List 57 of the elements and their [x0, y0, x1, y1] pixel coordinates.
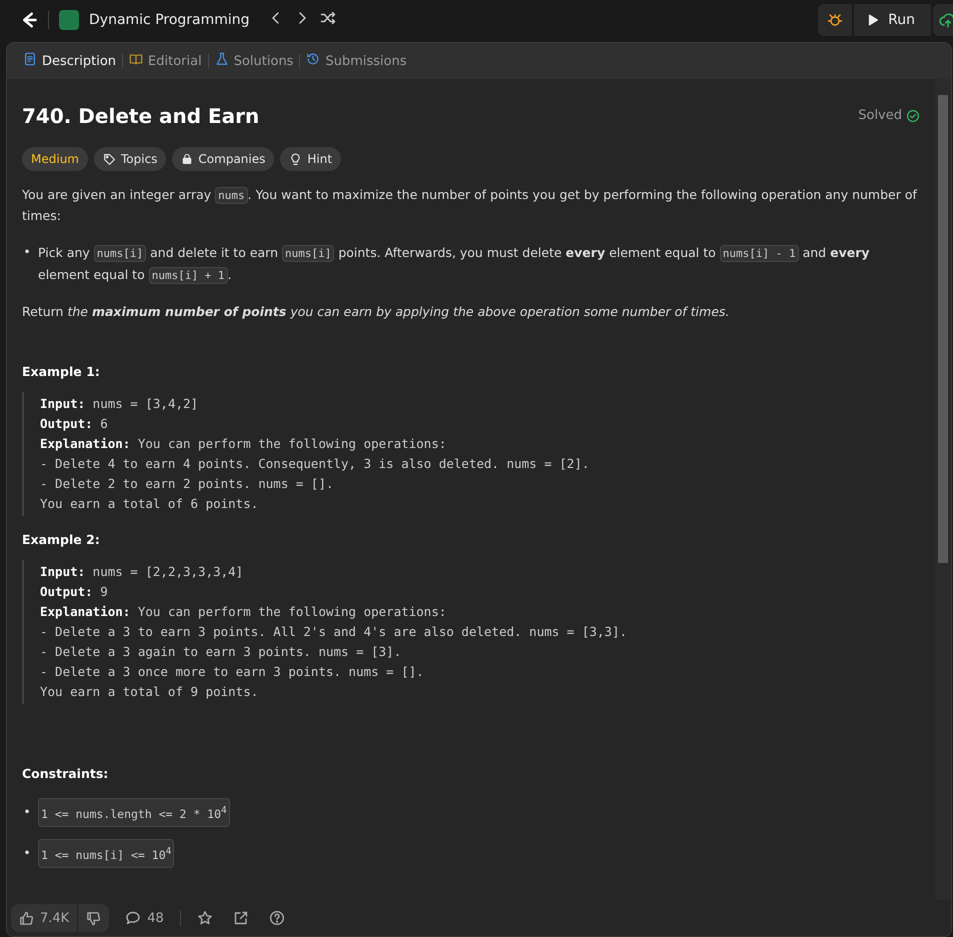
thumbs-down-icon: [86, 910, 102, 926]
example-line: Input: nums = [2,2,3,3,3,4]: [40, 563, 244, 581]
comment-icon: [125, 910, 142, 926]
tag-button[interactable]: Companies: [172, 147, 274, 171]
debug-button[interactable]: [818, 4, 852, 36]
shuffle-icon[interactable]: [320, 10, 336, 26]
tab[interactable]: Submissions: [300, 52, 413, 70]
example-line: - Delete 4 to earn 4 points. Consequently, 3 is also deleted. nums = [2].: [40, 455, 590, 473]
example-line: - Delete a 3 once more to earn 3 points. nums = [].: [40, 663, 425, 681]
constraint-code: 1 <= nums[i] <= 10$^{4}$: [38, 838, 174, 868]
example-line: - Delete 2 to earn 2 points. nums = [].: [40, 475, 334, 493]
example-line: - Delete a 3 again to earn 3 points. nums = [3].: [40, 643, 402, 661]
tag-icon: [102, 152, 116, 166]
lightbulb-icon: [289, 152, 302, 166]
bullet: •: [22, 844, 32, 862]
book-icon: [129, 52, 144, 66]
star-icon: [196, 910, 213, 926]
rule-item: Pick any nums[i] and delete it to earn nums[i] points. Afterwards, you must delete every element equal to nums[i] - 1 and every element equal to nums[i] + 1 .: [38, 244, 871, 286]
bullet: •: [22, 243, 32, 261]
comments-button[interactable]: 48: [121, 910, 168, 926]
difficulty-badge: Medium: [22, 147, 88, 171]
problem-title: 740. Delete and Earn: [22, 103, 260, 130]
example-line: Output: 9: [40, 583, 109, 601]
example-line: You earn a total of 9 points.: [40, 683, 260, 701]
scrollbar-thumb[interactable]: [938, 95, 948, 563]
tab[interactable]: Solutions: [208, 52, 300, 70]
example-line: Output: 6: [40, 415, 109, 433]
help-icon: [268, 910, 285, 926]
solved-status: Solved: [858, 106, 920, 126]
example-line: - Delete a 3 to earn 3 points. All 2's and 4's are also deleted. nums = [3,3].: [40, 623, 628, 641]
constraint-code: 1 <= nums.length <= 2 * 10$^{4}$: [38, 798, 230, 827]
example-line: Input: nums = [3,4,2]: [40, 395, 200, 413]
cloud-upload-icon: [939, 11, 953, 29]
tab[interactable]: Editorial: [123, 52, 208, 70]
example-heading: Example 2:: [22, 531, 101, 549]
run-button[interactable]: Run: [854, 4, 931, 36]
tab[interactable]: Description: [17, 52, 122, 70]
example-line: Explanation: You can perform the following operations:: [40, 603, 448, 621]
tag-button[interactable]: Topics: [94, 147, 166, 171]
check-circle-icon: [906, 109, 920, 123]
bullet: •: [22, 803, 32, 822]
example-line: You earn a total of 6 points.: [40, 495, 260, 513]
play-icon: [866, 13, 880, 27]
problem-list-icon[interactable]: [59, 10, 79, 30]
example-line: Explanation: You can perform the following operations:: [40, 435, 448, 453]
flask-icon: [214, 52, 229, 66]
problem-paragraph: You are given an integer array nums . You want to maximize the number of points you get by performing the following operation any number of times:: [22, 186, 918, 225]
lock-icon: [181, 153, 194, 165]
task-paragraph: Return the maximum number of points you can earn by applying the above operation some number of times.: [22, 303, 730, 321]
external-link-icon: [232, 910, 249, 926]
tag-button[interactable]: Hint: [280, 147, 342, 171]
history-icon: [306, 52, 320, 66]
example-heading: Example 1:: [22, 363, 101, 381]
thumbs-up-icon: [19, 910, 34, 926]
constraints-heading: Constraints:: [22, 765, 110, 783]
document-icon: [23, 52, 37, 66]
problem-list-title[interactable]: Dynamic Programming: [89, 12, 250, 28]
